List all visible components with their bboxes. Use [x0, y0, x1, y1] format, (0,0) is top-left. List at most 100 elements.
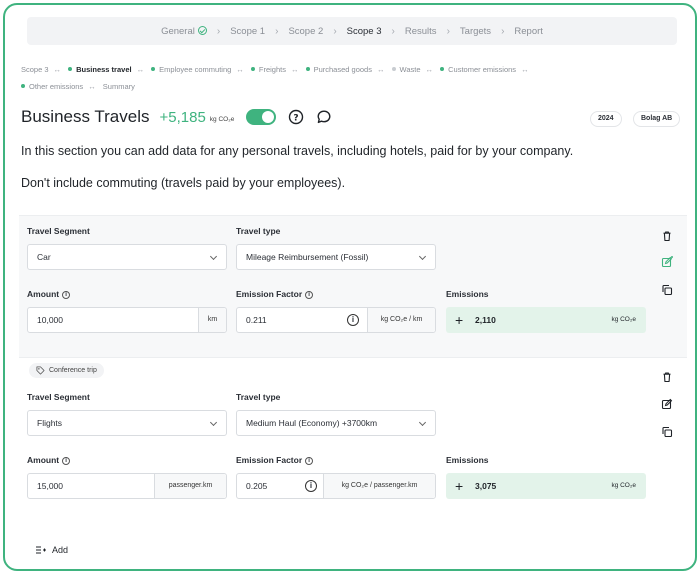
info-icon: i	[305, 457, 314, 465]
status-dot-icon	[305, 67, 310, 71]
page-title: Business Travels	[21, 107, 150, 126]
emissions-label: Emissions	[446, 289, 489, 299]
emissions-label: Emissions	[446, 455, 489, 465]
info-circle-icon[interactable]: i	[347, 314, 359, 326]
info-icon: i	[305, 291, 314, 299]
arrow-icon: ↔	[88, 82, 96, 91]
travel-type-select[interactable]: Mileage Reimbursement (Fossil)	[236, 244, 436, 270]
step-scope-1[interactable]: Scope 1	[230, 26, 265, 37]
crumb-waste[interactable]: Waste	[391, 65, 421, 74]
status-dot-icon	[151, 67, 156, 71]
chevron-down-icon	[209, 418, 218, 427]
step-scope-2[interactable]: Scope 2	[288, 26, 323, 37]
intro-text-1: In this section you can add data for any…	[21, 144, 574, 158]
arrow-icon: ↔	[53, 65, 62, 74]
info-circle-icon[interactable]: i	[305, 480, 317, 492]
total-emissions-unit: kg CO₂e	[209, 116, 235, 123]
status-dot-icon	[391, 67, 396, 71]
status-dot-icon	[250, 67, 255, 71]
travel-row: Travel Segment Car Travel type Mileage R…	[19, 215, 687, 358]
crumb-employee-commuting[interactable]: Employee commuting	[151, 65, 231, 74]
emission-factor-unit: kg CO₂e / km	[367, 308, 435, 332]
amount-unit: passenger.km	[154, 474, 226, 498]
crumb-other-emissions[interactable]: Other emissions	[21, 82, 83, 91]
travel-segment-label: Travel Segment	[27, 392, 90, 402]
amount-unit: km	[198, 308, 226, 332]
info-icon: i	[62, 291, 71, 299]
svg-text:?: ?	[294, 113, 299, 123]
chevron-right-icon: ›	[501, 25, 505, 37]
plus-icon: +	[455, 312, 464, 328]
edit-icon[interactable]	[661, 256, 673, 268]
step-scope-3[interactable]: Scope 3	[347, 26, 382, 37]
info-icon: i	[62, 457, 71, 465]
chevron-right-icon: ›	[333, 25, 337, 37]
emission-factor-input[interactable]: 0.205 i kg CO₂e / passenger.km	[236, 473, 436, 499]
chevron-right-icon: ›	[275, 25, 279, 37]
arrow-icon: ↔	[425, 65, 434, 74]
crumb-scope-3[interactable]: Scope 3	[21, 65, 49, 74]
emission-factor-label: Emission Factor i	[236, 455, 314, 465]
crumb-freights[interactable]: Freights	[250, 65, 286, 74]
emissions-value: + 3,075 kg CO₂e	[446, 473, 646, 499]
conference-trip-tag[interactable]: Conference trip	[29, 363, 104, 378]
crumb-purchased-goods[interactable]: Purchased goods	[305, 65, 372, 74]
app-frame: General › Scope 1 › Scope 2 › Scope 3 › …	[3, 3, 697, 571]
step-general[interactable]: General	[161, 25, 207, 37]
travel-segment-select[interactable]: Flights	[27, 410, 227, 436]
trash-icon[interactable]	[661, 230, 673, 242]
crumb-business-travel[interactable]: Business travel	[68, 65, 132, 74]
comment-icon[interactable]	[316, 109, 332, 125]
amount-input[interactable]: 10,000 km	[27, 307, 227, 333]
step-report[interactable]: Report	[514, 26, 543, 37]
copy-icon[interactable]	[661, 284, 673, 296]
arrow-icon: ↔	[290, 65, 299, 74]
step-results[interactable]: Results	[405, 26, 437, 37]
emission-factor-unit: kg CO₂e / passenger.km	[323, 474, 435, 498]
status-dot-icon	[440, 67, 445, 71]
title-row: Business Travels +5,185 kg CO₂e ?	[21, 105, 332, 129]
breadcrumb: Scope 3 ↔ Business travel ↔ Employee commu…	[21, 61, 651, 95]
edit-icon[interactable]	[661, 398, 673, 410]
trash-icon[interactable]	[661, 371, 673, 383]
crumb-customer-emissions[interactable]: Customer emissions	[440, 65, 516, 74]
help-icon[interactable]: ?	[288, 109, 304, 125]
chevron-right-icon: ›	[446, 25, 450, 37]
company-badge[interactable]: Bolag AB	[633, 111, 681, 127]
emission-factor-label: Emission Factor i	[236, 289, 314, 299]
emission-factor-input[interactable]: 0.211 i kg CO₂e / km	[236, 307, 436, 333]
scope-stepper: General › Scope 1 › Scope 2 › Scope 3 › …	[27, 17, 677, 45]
travel-row: Conference trip Travel Segment Flights T…	[19, 358, 687, 508]
chevron-down-icon	[418, 252, 427, 261]
intro-text-2: Don't include commuting (travels paid by…	[21, 176, 346, 190]
add-list-icon	[36, 546, 46, 554]
chevron-right-icon: ›	[216, 25, 221, 37]
step-targets[interactable]: Targets	[460, 26, 491, 37]
travel-type-select[interactable]: Medium Haul (Economy) +3700km	[236, 410, 436, 436]
travel-segment-select[interactable]: Car	[27, 244, 227, 270]
chevron-down-icon	[209, 252, 218, 261]
arrow-icon: ↔	[521, 65, 529, 74]
tag-icon	[36, 366, 45, 375]
crumb-summary[interactable]: Summary	[103, 82, 135, 91]
add-row-button[interactable]: Add	[35, 543, 68, 557]
check-icon	[197, 25, 207, 35]
arrow-icon: ↔	[236, 65, 244, 74]
travel-type-label: Travel type	[236, 226, 281, 236]
emissions-value: + 2,110 kg CO₂e	[446, 307, 646, 333]
year-badge[interactable]: 2024	[590, 111, 622, 127]
section-toggle[interactable]	[246, 109, 277, 125]
travel-type-label: Travel type	[236, 392, 281, 402]
amount-label: Amount i	[27, 289, 71, 299]
chevron-down-icon	[418, 418, 427, 427]
add-row-label: Add	[52, 545, 69, 555]
arrow-icon: ↔	[136, 65, 145, 74]
total-emissions: +5,185	[159, 108, 206, 126]
amount-input[interactable]: 15,000 passenger.km	[27, 473, 227, 499]
travel-segment-label: Travel Segment	[27, 226, 90, 236]
copy-icon[interactable]	[661, 426, 673, 438]
arrow-icon: ↔	[376, 65, 385, 74]
status-dot-icon	[68, 67, 73, 71]
amount-label: Amount i	[27, 455, 71, 465]
plus-icon: +	[455, 478, 464, 494]
